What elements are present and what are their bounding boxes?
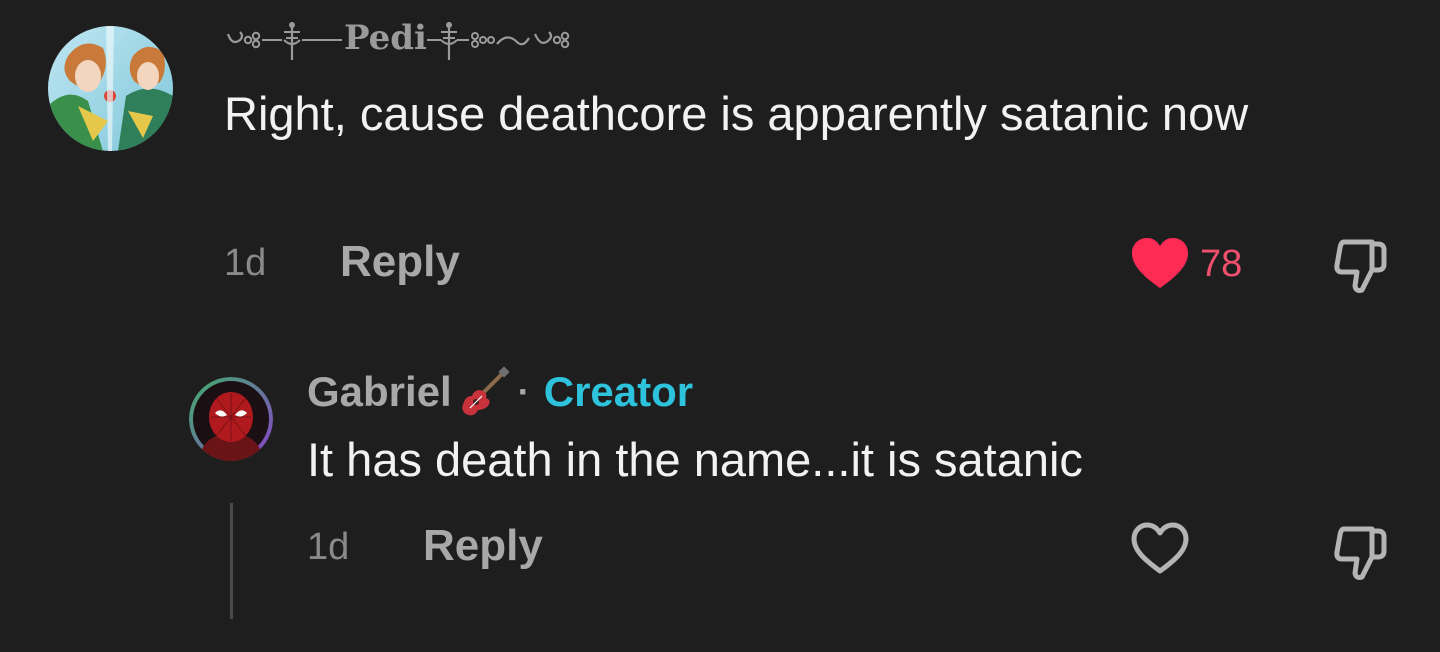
thread-line [230,503,233,619]
comment-timestamp: 1d [224,242,267,284]
spider-mask-avatar-icon [189,377,273,461]
like-count: 78 [1200,243,1243,285]
like-button[interactable]: 78 [1130,236,1242,292]
comment-text: Right, cause deathcore is apparently sat… [224,87,1249,140]
comment-text: It has death in the name...it is satanic [307,433,1083,486]
ornament-right-icon [426,22,570,60]
creator-badge: Creator [543,368,694,415]
username-text: Pedi [344,18,427,58]
guitar-icon [462,366,509,416]
heart-outline-icon[interactable] [1130,521,1190,577]
anime-character-avatar-icon [48,26,173,151]
reply-button[interactable]: Reply [423,521,543,571]
username[interactable]: Pedi [224,16,617,60]
avatar[interactable] [189,377,273,461]
avatar[interactable] [48,26,173,151]
thumbs-down-icon[interactable] [1330,521,1392,583]
comment-thread: Pedi Right, cause deathcore is apparentl… [0,0,1440,652]
comment-header: Gabriel · Creator [307,366,693,418]
separator-dot: · [517,371,530,412]
comment-timestamp: 1d [307,526,350,568]
thumbs-down-icon[interactable] [1330,234,1392,296]
ornament-left-icon [226,22,342,60]
reply-button[interactable]: Reply [340,237,460,287]
heart-filled-icon [1132,238,1188,288]
username[interactable]: Gabriel [307,366,452,418]
